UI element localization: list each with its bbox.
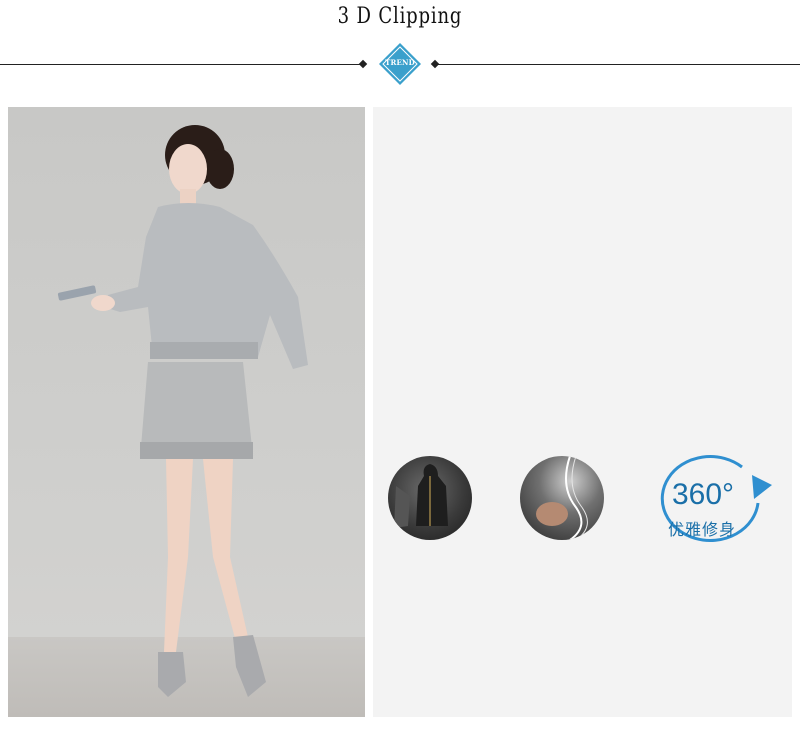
product-photo-model bbox=[8, 107, 365, 717]
section-title: 3 D Clipping bbox=[337, 4, 463, 29]
body-curve-icon bbox=[536, 456, 588, 540]
fit-detail-circle-image bbox=[520, 456, 604, 540]
feature-360-number: 360° bbox=[672, 478, 735, 511]
model-figure bbox=[57, 125, 308, 697]
divider-dot-left bbox=[358, 59, 368, 69]
feature-panel bbox=[373, 107, 792, 717]
divider-left bbox=[0, 64, 360, 65]
tailoring-circle-image bbox=[388, 456, 472, 540]
mannequin-icon bbox=[394, 464, 448, 528]
feature-360-label: 优雅修身 bbox=[668, 520, 737, 539]
trend-badge-label: TREND bbox=[385, 58, 415, 67]
product-detail-page: 3 D Clipping TREND 360° 优雅修身 bbox=[0, 0, 800, 734]
divider-dot-right bbox=[430, 59, 440, 69]
divider-right bbox=[438, 64, 800, 65]
